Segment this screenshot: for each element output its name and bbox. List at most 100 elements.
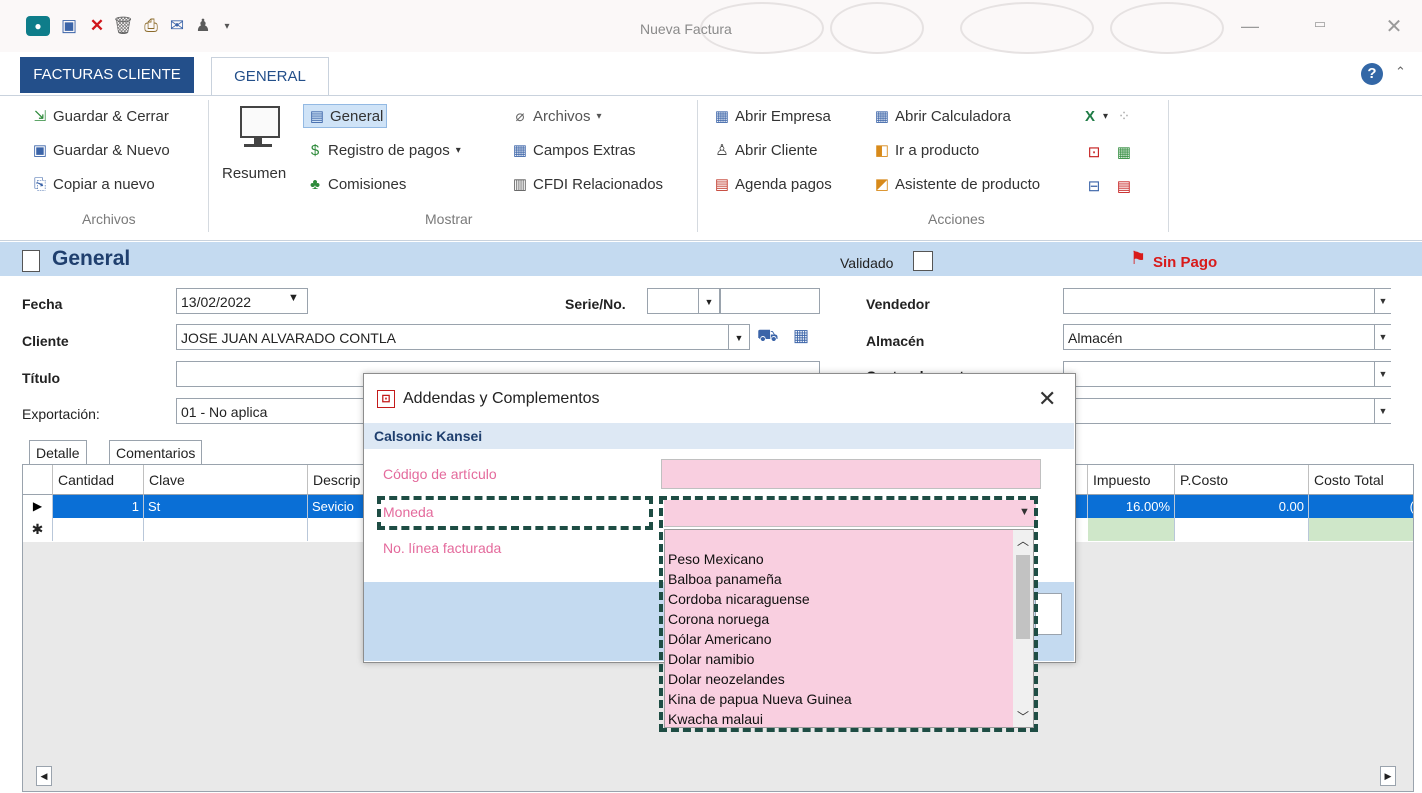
exportacion-value: 01 - No aplica <box>181 404 268 420</box>
copiar-nuevo-button[interactable]: ⎘ Copiar a nuevo <box>30 174 155 194</box>
resumen-button[interactable]: Resumen <box>222 165 286 182</box>
minimize-icon[interactable]: — <box>1240 16 1260 36</box>
close-icon[interactable]: ✕ <box>1038 386 1056 412</box>
exportacion-select[interactable]: 01 - No aplica <box>176 398 366 424</box>
agenda-pagos-button[interactable]: ▤ Agenda pagos <box>712 174 832 194</box>
product-icon: ◧ <box>874 142 890 159</box>
validado-checkbox[interactable] <box>913 251 933 271</box>
grid-settings-button[interactable]: ⁘ <box>1114 106 1137 126</box>
cantidad-cell[interactable]: 1 <box>53 495 144 518</box>
column-header[interactable]: Clave <box>144 465 308 495</box>
maximize-icon[interactable]: ▭ <box>1310 16 1330 36</box>
archivos-label: Archivos <box>533 107 591 125</box>
user-icon[interactable]: ♟ <box>192 15 214 37</box>
tab-detalle[interactable]: Detalle <box>29 440 87 465</box>
cfdi-relacionados-button[interactable]: ▥ CFDI Relacionados <box>510 174 663 194</box>
vendedor-select[interactable] <box>1063 288 1391 314</box>
campos-extras-button[interactable]: ▦ Campos Extras <box>510 140 636 160</box>
chevron-down-icon[interactable]: ▼ <box>1374 325 1391 349</box>
users-icon: ♙ <box>715 142 729 159</box>
column-header[interactable]: Impuesto <box>1088 465 1175 495</box>
cfdi-relacionados-label: CFDI Relacionados <box>533 175 664 193</box>
excel-button[interactable]: X ▾ <box>1080 106 1108 126</box>
current-row-icon: ▶ <box>23 495 53 518</box>
abrir-empresa-button[interactable]: ▦ Abrir Empresa <box>712 106 831 126</box>
abrir-calculadora-button[interactable]: ▦ Abrir Calculadora <box>872 106 1011 126</box>
chevron-down-icon: ▾ <box>1103 110 1109 122</box>
group-separator <box>208 100 209 232</box>
chevron-down-icon[interactable]: ▼ <box>1374 399 1391 423</box>
ir-producto-button[interactable]: ◧ Ir a producto <box>872 140 979 160</box>
scroll-right-icon[interactable]: ▶ <box>1380 766 1396 786</box>
asistente-producto-button[interactable]: ◩ Asistente de producto <box>872 174 1040 194</box>
quick-access-dropdown-icon[interactable]: ▾ <box>216 15 238 37</box>
chevron-down-icon[interactable]: ▼ <box>1374 362 1391 386</box>
comisiones-button[interactable]: ♣ Comisiones <box>305 174 406 194</box>
grid-cell[interactable] <box>1088 518 1175 541</box>
grid-cell[interactable] <box>144 518 308 541</box>
pcosto-cell[interactable]: 0.00 <box>1175 495 1309 518</box>
truck-icon[interactable]: ⛟ <box>757 326 778 348</box>
linea-facturada-label: No. línea facturada <box>383 540 502 556</box>
grid-cell[interactable] <box>1175 518 1309 541</box>
grid-cell[interactable] <box>1309 518 1413 541</box>
resumen-monitor-icon[interactable] <box>232 104 284 150</box>
report-button[interactable]: ▦ <box>1114 142 1137 162</box>
grid-cell[interactable] <box>53 518 144 541</box>
general-button[interactable]: ▤ General <box>303 104 388 128</box>
close-icon[interactable]: ✕ <box>1383 14 1405 38</box>
cliente-dropdown-icon[interactable]: ▼ <box>728 324 750 350</box>
fecha-dropdown-icon[interactable]: ▼ <box>288 292 299 304</box>
delete-icon[interactable]: ✕ <box>86 15 108 37</box>
fields-icon: ▦ <box>512 142 528 159</box>
column-header[interactable]: P.Costo <box>1175 465 1309 495</box>
building-icon[interactable]: ▦ <box>793 326 809 346</box>
numero-field[interactable] <box>720 288 820 314</box>
email-icon[interactable]: ✉ <box>166 15 188 37</box>
highlight-moneda-label <box>377 496 653 530</box>
help-icon[interactable]: ? <box>1361 63 1383 85</box>
cliente-field[interactable]: JOSE JUAN ALVARADO CONTLA <box>176 324 750 350</box>
campos-extras-label: Campos Extras <box>533 141 636 159</box>
app-logo-icon: ● <box>24 15 52 37</box>
serie-dropdown-icon[interactable]: ▼ <box>698 288 720 314</box>
abrir-cliente-button[interactable]: ♙ Abrir Cliente <box>712 140 817 160</box>
save-icon[interactable]: ▣ <box>58 15 80 37</box>
guardar-nuevo-button[interactable]: ▣ Guardar & Nuevo <box>30 140 170 160</box>
clave-cell[interactable]: St <box>144 495 308 518</box>
collapse-ribbon-icon[interactable]: ⌃ <box>1395 64 1406 80</box>
column-header[interactable]: Costo Total <box>1309 465 1413 495</box>
centro-costo-select[interactable] <box>1063 361 1391 387</box>
fecha-value: 13/02/2022 <box>181 294 252 310</box>
dialog-button[interactable] <box>1035 593 1062 635</box>
tab-facturas-cliente[interactable]: FACTURAS CLIENTE <box>20 57 194 93</box>
payments-icon: $ <box>310 141 320 159</box>
trash-icon[interactable]: 🗑 <box>112 15 134 37</box>
impuesto-cell[interactable]: 16.00% <box>1088 495 1175 518</box>
column-header[interactable]: Cantidad <box>53 465 144 495</box>
pdf-button[interactable]: ▤ <box>1114 176 1137 196</box>
costo-total-cell[interactable]: ( <box>1309 495 1413 518</box>
new-row-asterisk-icon: ✱ <box>23 518 53 541</box>
extra-select[interactable] <box>1063 398 1391 424</box>
guardar-cerrar-button[interactable]: ⇲ Guardar & Cerrar <box>30 106 169 126</box>
validado-label: Validado <box>840 255 894 271</box>
archivos-button[interactable]: ⌀ Archivos ▾ <box>510 106 601 126</box>
calendar-icon: ▤ <box>714 176 730 193</box>
print-icon[interactable]: ⎙ <box>140 15 162 37</box>
document-icon: ▤ <box>309 108 325 125</box>
chevron-down-icon[interactable]: ▼ <box>1374 289 1391 313</box>
addenda-icon: ⊡ <box>377 390 395 408</box>
tab-general[interactable]: GENERAL <box>211 57 329 96</box>
tab-comentarios[interactable]: Comentarios <box>109 440 203 465</box>
status-badge: Sin Pago <box>1153 254 1218 271</box>
codigo-articulo-field[interactable] <box>661 459 1041 489</box>
serie-field[interactable] <box>647 288 699 314</box>
cliente-value: JOSE JUAN ALVARADO CONTLA <box>181 330 396 346</box>
addenda-button[interactable]: ⊡ <box>1084 142 1107 162</box>
preview-button[interactable]: ⊟ <box>1084 176 1107 196</box>
scroll-left-icon[interactable]: ◀ <box>36 766 52 786</box>
almacen-select[interactable]: Almacén <box>1063 324 1391 350</box>
group-separator <box>1168 100 1169 232</box>
registro-pagos-button[interactable]: $ Registro de pagos ▾ <box>305 140 461 160</box>
